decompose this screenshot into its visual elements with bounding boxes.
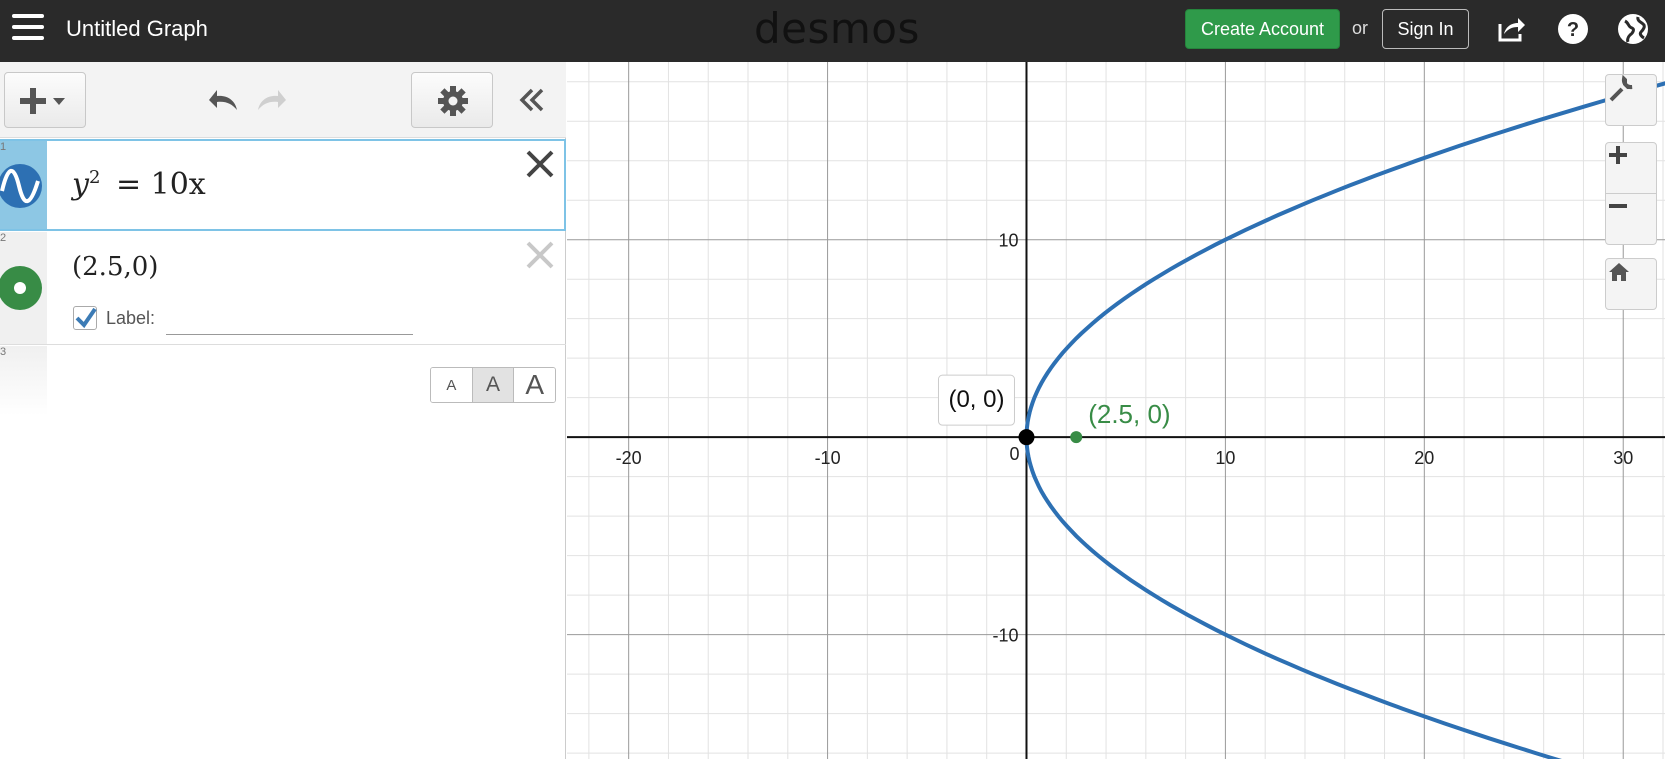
x-tick-label: -20 (616, 448, 642, 468)
home-icon (1609, 263, 1629, 281)
minus-icon (1609, 204, 1627, 208)
delete-expression-button[interactable] (525, 240, 555, 270)
undo-icon (209, 90, 237, 110)
expression-item[interactable]: 1 y2 = 10x (0, 139, 566, 231)
graph-title[interactable]: Untitled Graph (66, 16, 208, 42)
vertex-point[interactable] (1018, 429, 1035, 446)
or-text: or (1352, 18, 1369, 38)
undo-button[interactable] (203, 80, 243, 120)
double-chevron-left-icon (519, 88, 544, 112)
label-input[interactable] (166, 303, 413, 335)
plus-icon (1609, 146, 1627, 164)
curve-style-icon[interactable] (0, 141, 47, 231)
graph-settings-button[interactable] (1605, 74, 1657, 126)
x-tick-label: 10 (1215, 448, 1235, 468)
expression-gutter: 2 (0, 232, 47, 344)
expression-panel: 1 y2 = 10x 2 (2.5,0) Label: A A A 3 (0, 62, 566, 759)
delete-expression-button[interactable] (525, 149, 555, 179)
share-icon[interactable] (1494, 12, 1528, 46)
collapse-panel-button[interactable] (512, 80, 552, 120)
point-style-icon[interactable] (0, 232, 47, 345)
x-tick-label: -10 (815, 448, 841, 468)
x-tick-label: 30 (1613, 448, 1633, 468)
svg-text:?: ? (1567, 19, 1579, 41)
default-viewport-button[interactable] (1605, 258, 1657, 310)
expression-item[interactable]: 3 (0, 346, 566, 416)
redo-icon (258, 90, 286, 110)
sign-in-button[interactable]: Sign In (1382, 9, 1469, 49)
globe-icon[interactable] (1616, 12, 1650, 46)
label-caption: Label: (106, 308, 156, 328)
expression-toolbar (0, 62, 566, 138)
top-header: Untitled Graph desmos Create Account or … (0, 0, 1665, 62)
create-account-button[interactable]: Create Account (1185, 9, 1340, 49)
gear-icon (438, 86, 468, 116)
redo-button[interactable] (252, 80, 292, 120)
zoom-in-button[interactable] (1605, 142, 1657, 194)
menu-icon[interactable] (12, 14, 44, 44)
expression-math[interactable]: y2 = 10x (72, 167, 206, 202)
wrench-icon (1609, 75, 1633, 102)
expression-math[interactable]: (2.5,0) (72, 252, 158, 282)
help-icon[interactable]: ? (1556, 12, 1590, 46)
expression-gutter: 1 (0, 141, 47, 229)
x-tick-label: 20 (1414, 448, 1434, 468)
checkmark-icon (75, 307, 97, 329)
y-tick-label: -10 (992, 626, 1018, 646)
label-checkbox[interactable] (73, 306, 97, 330)
y-tick-label: 10 (998, 231, 1018, 251)
close-icon (526, 150, 554, 178)
expression-gutter: 3 (0, 346, 47, 416)
desmos-logo: desmos (754, 4, 920, 53)
expression-index: 3 (0, 346, 7, 358)
plus-dropdown-icon (20, 88, 65, 114)
add-item-button[interactable] (4, 72, 86, 128)
expression-item[interactable]: 2 (2.5,0) Label: (0, 232, 566, 345)
graph-paper[interactable]: -20 -10 10 20 30 10 -10 0 (0, 0) (2.5, 0) (567, 62, 1665, 759)
graph-canvas[interactable]: -20 -10 10 20 30 10 -10 0 (0, 0) (2.5, 0) (567, 62, 1665, 759)
focus-point[interactable] (1070, 431, 1083, 444)
desmos-app: Untitled Graph desmos Create Account or … (0, 0, 1665, 759)
settings-button[interactable] (411, 72, 493, 128)
zoom-out-button[interactable] (1605, 193, 1657, 245)
origin-label: 0 (1009, 444, 1019, 464)
focus-label: (2.5, 0) (1088, 399, 1170, 429)
vertex-label: (0, 0) (948, 386, 1004, 413)
close-icon (526, 241, 554, 269)
